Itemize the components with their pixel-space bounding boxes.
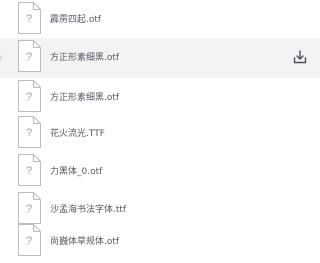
- unknown-file-icon: ?: [18, 2, 41, 34]
- file-name: 方正形素细黑.otf: [50, 93, 120, 103]
- svg-text:?: ?: [26, 203, 32, 215]
- file-row[interactable]: ? 尚巍体草规体.otf: [0, 222, 320, 262]
- file-row[interactable]: ? 力黑体_0.otf: [0, 152, 320, 192]
- drag-handle[interactable]: [0, 55, 2, 61]
- file-name: 花火流光.TTF: [50, 129, 105, 139]
- unknown-file-icon: ?: [18, 192, 41, 224]
- unknown-file-icon: ?: [18, 224, 41, 256]
- unknown-file-icon: ?: [18, 154, 41, 186]
- file-row[interactable]: ? 霹雳四起.otf: [0, 0, 320, 40]
- svg-text:?: ?: [26, 165, 32, 177]
- unknown-file-icon: ?: [18, 116, 41, 148]
- file-row[interactable]: ? 方正形素细黑.otf: [0, 78, 320, 118]
- file-list: ? 霹雳四起.otf ? 方正形素细黑.otf ? 方正形素细黑.otf ? 花…: [0, 0, 320, 263]
- unknown-file-icon: ?: [18, 80, 41, 112]
- file-row[interactable]: ? 方正形素细黑.otf: [0, 38, 320, 78]
- unknown-file-icon: ?: [18, 40, 41, 72]
- svg-text:?: ?: [26, 235, 32, 247]
- file-name: 力黑体_0.otf: [50, 167, 103, 177]
- svg-text:?: ?: [26, 51, 32, 63]
- file-name: 霹雳四起.otf: [50, 15, 102, 25]
- svg-text:?: ?: [26, 13, 32, 25]
- svg-text:?: ?: [26, 91, 32, 103]
- file-name: 尚巍体草规体.otf: [50, 237, 120, 247]
- download-icon[interactable]: [292, 49, 308, 65]
- file-row[interactable]: ? 花火流光.TTF: [0, 114, 320, 154]
- file-name: 方正形素细黑.otf: [50, 53, 120, 63]
- svg-text:?: ?: [26, 127, 32, 139]
